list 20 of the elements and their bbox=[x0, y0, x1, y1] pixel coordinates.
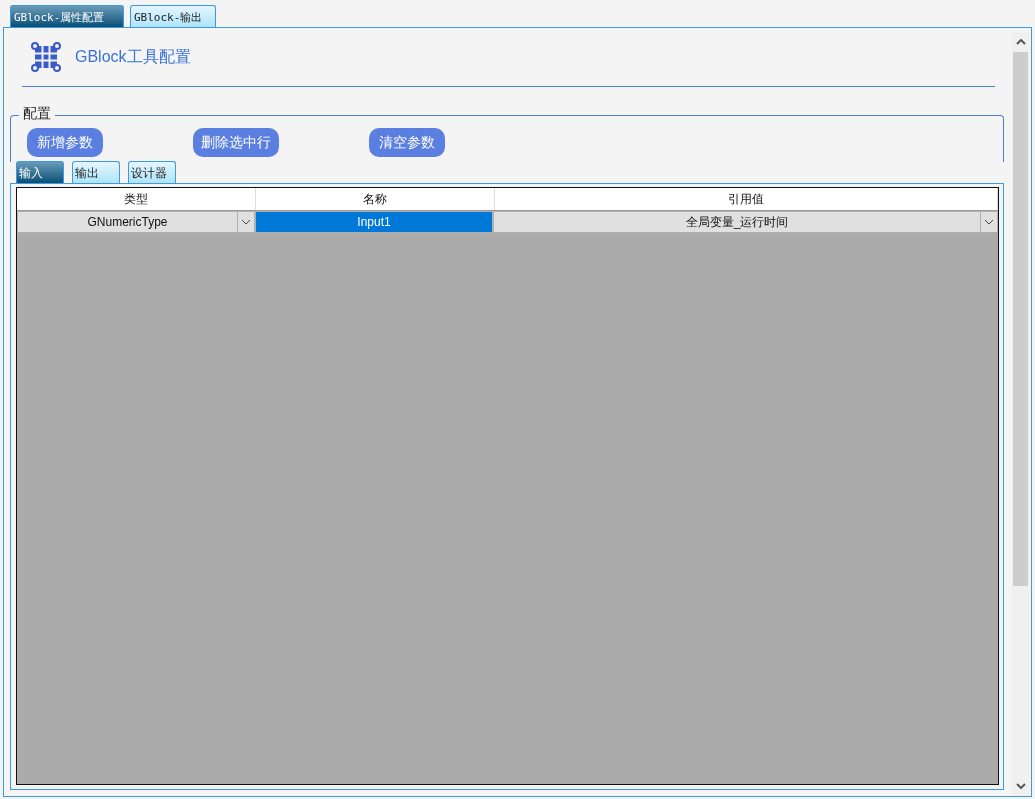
dropdown-cell[interactable]: 全局变量_运行时间 bbox=[493, 211, 998, 233]
action-button[interactable]: 清空参数 bbox=[369, 128, 445, 157]
action-button[interactable]: 新增参数 bbox=[27, 128, 103, 157]
scroll-down-icon[interactable] bbox=[1015, 783, 1026, 789]
tab[interactable]: 设计器 bbox=[128, 161, 176, 183]
page-title: GBlock工具配置 bbox=[75, 46, 191, 67]
dropdown-cell[interactable]: GNumericType bbox=[17, 211, 255, 233]
grid-icon bbox=[31, 42, 61, 72]
scrollbar[interactable] bbox=[1012, 32, 1029, 796]
column-header: 引用值 bbox=[495, 188, 998, 210]
column-header: 类型 bbox=[17, 188, 256, 210]
column-header: 名称 bbox=[256, 188, 495, 210]
tab[interactable]: 输入 bbox=[16, 161, 64, 183]
scroll-up-icon[interactable] bbox=[1015, 39, 1026, 45]
table-cell[interactable]: Input1 bbox=[255, 211, 493, 233]
tab[interactable]: GBlock-属性配置 bbox=[10, 5, 124, 27]
group-title: 配置 bbox=[19, 105, 55, 123]
tab[interactable]: GBlock-输出 bbox=[130, 5, 216, 27]
action-button[interactable]: 删除选中行 bbox=[193, 128, 279, 157]
tab[interactable]: 输出 bbox=[72, 161, 120, 183]
